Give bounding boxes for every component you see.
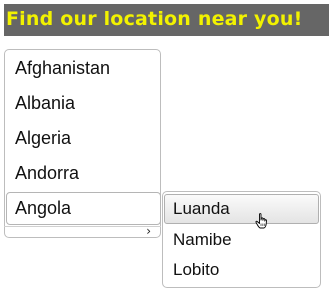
- list-item-afghanistan[interactable]: Afghanistan: [6, 52, 161, 85]
- page-title: Find our location near you!: [6, 8, 303, 30]
- list-item-namibe[interactable]: Namibe: [164, 225, 319, 255]
- list-item-angola[interactable]: Angola: [6, 192, 161, 225]
- horizontal-scrollbar[interactable]: ›: [4, 225, 161, 238]
- list-item-algeria[interactable]: Algeria: [6, 122, 161, 155]
- list-item-albania[interactable]: Albania: [6, 87, 161, 120]
- list-item-luanda[interactable]: Luanda: [164, 194, 319, 224]
- hand-pointer-icon: [255, 213, 267, 229]
- country-list[interactable]: Afghanistan Albania Algeria Andorra Ango…: [4, 49, 161, 238]
- chevron-right-icon[interactable]: ›: [146, 225, 151, 237]
- city-list[interactable]: Luanda Namibe Lobito: [162, 191, 321, 288]
- list-item-lobito[interactable]: Lobito: [164, 255, 319, 285]
- list-item-andorra[interactable]: Andorra: [6, 157, 161, 190]
- location-banner: Find our location near you!: [4, 4, 329, 36]
